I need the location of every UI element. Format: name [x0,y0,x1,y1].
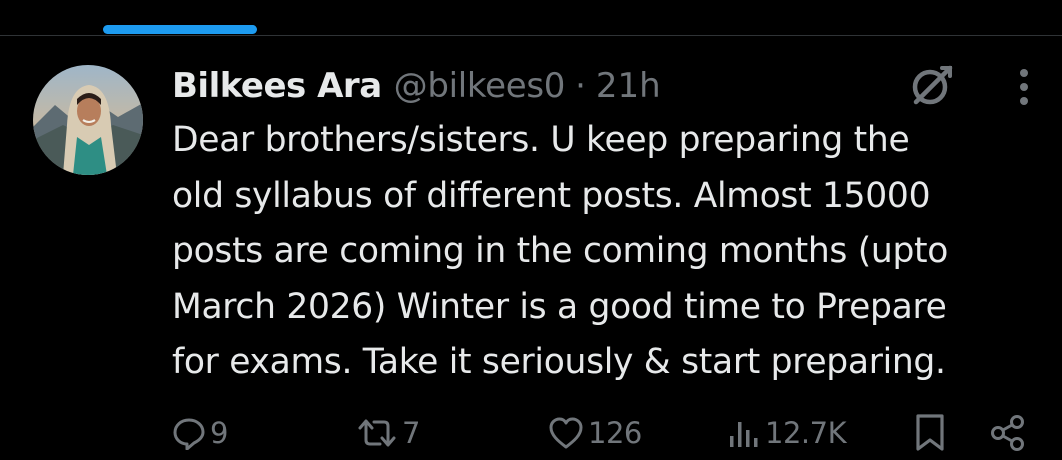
bookmark-icon [914,413,946,453]
tweet-text-line: for exams. Take it seriously & start pre… [172,342,946,382]
header-separator: · [575,66,586,106]
tweet-text-line: old syllabus of different posts. Almost … [172,175,931,216]
tweet-text-line: posts are coming in the coming months (u… [172,231,949,271]
header-divider [0,35,1062,36]
avatar-image [33,65,143,175]
tweet-text: Dear brothers/sisters. U keep preparing … [172,113,1052,391]
bookmark-button[interactable] [914,410,946,456]
views-icon [727,416,761,450]
tweet-text-line: March 2026) Winter is a good time to Pre… [172,286,947,327]
views-button[interactable]: 12.7K [727,410,847,456]
tweet-header: Bilkees Ara @bilkees0 · 21h [172,62,661,110]
views-count: 12.7K [765,416,847,450]
more-icon[interactable] [1010,66,1038,108]
repost-button[interactable]: 7 [356,410,420,456]
reply-icon [172,416,206,450]
grok-icon[interactable] [906,62,956,108]
tweet-text-line: Dear brothers/sisters. U keep preparing … [172,120,910,160]
repost-count: 7 [402,416,420,450]
reply-count: 9 [210,416,228,450]
share-button[interactable] [990,410,1026,456]
like-icon [548,416,584,450]
repost-icon [356,416,398,450]
avatar[interactable] [33,65,143,175]
like-button[interactable]: 126 [548,410,642,456]
share-icon [990,414,1026,452]
author-handle[interactable]: @bilkees0 [394,66,566,106]
tweet-timestamp[interactable]: 21h [596,66,661,106]
reply-button[interactable]: 9 [172,410,228,456]
like-count: 126 [588,416,642,450]
author-display-name[interactable]: Bilkees Ara [172,66,382,106]
active-tab-indicator [103,25,257,34]
